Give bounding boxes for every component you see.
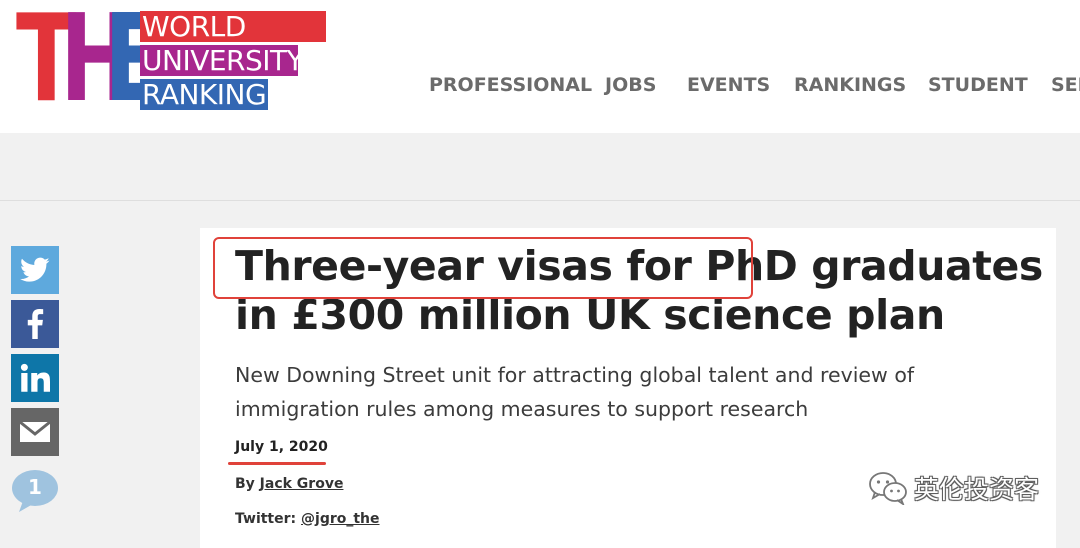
nav-jobs[interactable]: JOBS <box>605 74 656 96</box>
nav-professional[interactable]: PROFESSIONAL <box>429 74 592 96</box>
logo-rankings: RANKINGS <box>140 78 284 111</box>
share-email-button[interactable] <box>11 408 59 456</box>
wechat-icon <box>869 472 907 505</box>
nav-rankings[interactable]: RANKINGS <box>794 74 906 96</box>
article-byline: By Jack Grove <box>235 476 343 492</box>
byline-prefix: By <box>235 476 255 492</box>
site-header: T H E WORLD UNIVERSITY RANKINGS PROFESSI… <box>0 0 1080 133</box>
author-twitter: Twitter: @jgro_the <box>235 511 380 527</box>
email-icon <box>19 420 51 442</box>
watermark: 英伦投资客 <box>868 470 1039 506</box>
author-link[interactable]: Jack Grove <box>260 476 344 492</box>
logo-world: WORLD <box>140 11 326 42</box>
linkedin-icon <box>20 363 50 392</box>
comment-count: 1 <box>28 475 42 499</box>
nav-student[interactable]: STUDENT <box>928 74 1028 96</box>
facebook-icon <box>27 309 44 339</box>
annotation-highlight-box <box>213 237 753 299</box>
twitter-handle-link[interactable]: @jgro_the <box>301 511 380 527</box>
section-divider <box>0 200 1080 201</box>
article-date: July 1, 2020 <box>235 439 328 455</box>
annotation-underline <box>228 462 326 465</box>
share-twitter-button[interactable] <box>11 246 59 294</box>
nav-events[interactable]: EVENTS <box>687 74 770 96</box>
article-standfirst: New Downing Street unit for attracting g… <box>235 363 915 421</box>
share-facebook-button[interactable] <box>11 300 59 348</box>
share-linkedin-button[interactable] <box>11 354 59 402</box>
twitter-icon <box>20 257 50 282</box>
the-logo[interactable]: T H E WORLD UNIVERSITY RANKINGS <box>16 0 328 120</box>
the-letters: T H E <box>16 0 165 120</box>
logo-university: UNIVERSITY <box>140 44 304 77</box>
twitter-prefix: Twitter: <box>235 511 297 527</box>
nav-more[interactable]: SEF <box>1051 74 1080 96</box>
comments-button[interactable]: 1 <box>11 469 59 513</box>
watermark-text: 英伦投资客 <box>914 475 1040 504</box>
